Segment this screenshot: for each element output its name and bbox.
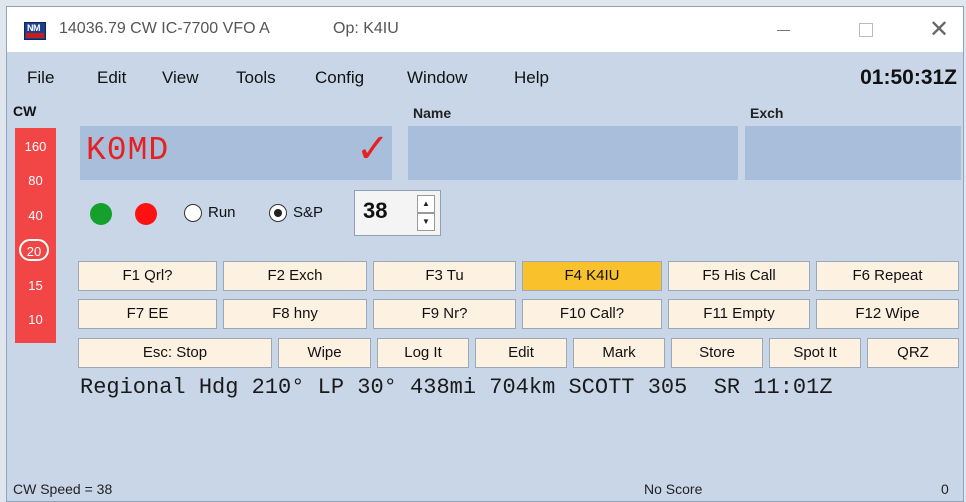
f10-button[interactable]: F10 Call? [522, 299, 662, 329]
menu-window[interactable]: Window [407, 68, 467, 88]
run-label: Run [208, 204, 236, 221]
f7-button[interactable]: F7 EE [78, 299, 217, 329]
sp-radio[interactable] [269, 204, 287, 222]
band-15[interactable]: 15 [15, 278, 56, 293]
band-20-selected[interactable]: 20 [19, 239, 49, 261]
menu-file[interactable]: File [27, 68, 54, 88]
exch-field[interactable] [745, 126, 961, 180]
red-status-led [135, 203, 157, 225]
menu-edit[interactable]: Edit [97, 68, 126, 88]
minimize-button[interactable] [761, 15, 805, 45]
name-field[interactable] [408, 126, 738, 180]
spin-down-arrow-icon[interactable]: ▼ [417, 213, 435, 231]
band-10[interactable]: 10 [15, 312, 56, 327]
mode-label: CW [13, 103, 37, 119]
app-logo-icon: NM [24, 22, 46, 40]
status-count: 0 [941, 481, 949, 497]
esc-stop-button[interactable]: Esc: Stop [78, 338, 272, 368]
band-40[interactable]: 40 [15, 208, 56, 223]
band-160[interactable]: 160 [15, 139, 56, 154]
callsign-value: K0MD [86, 132, 170, 169]
log-it-button[interactable]: Log It [377, 338, 469, 368]
exch-label: Exch [750, 105, 784, 121]
menu-config[interactable]: Config [315, 68, 364, 88]
name-label: Name [413, 105, 452, 121]
green-status-led [90, 203, 112, 225]
band-80[interactable]: 80 [15, 173, 56, 188]
f3-button[interactable]: F3 Tu [373, 261, 516, 291]
callsign-field[interactable]: K0MD ✓ [80, 126, 392, 180]
menu-tools[interactable]: Tools [236, 68, 276, 88]
station-info-line: Regional Hdg 210° LP 30° 438mi 704km SCO… [80, 375, 833, 400]
operator-label: Op: K4IU [333, 20, 399, 37]
wipe-button[interactable]: Wipe [278, 338, 371, 368]
f8-button[interactable]: F8 hny [223, 299, 367, 329]
f11-button[interactable]: F11 Empty [668, 299, 810, 329]
f6-button[interactable]: F6 Repeat [816, 261, 959, 291]
maximize-button[interactable] [843, 15, 887, 45]
band-panel: 160 80 40 20 15 10 [15, 128, 56, 343]
edit-button[interactable]: Edit [475, 338, 567, 368]
sp-label: S&P [293, 204, 324, 221]
menu-view[interactable]: View [162, 68, 199, 88]
mark-button[interactable]: Mark [573, 338, 665, 368]
spot-it-button[interactable]: Spot It [769, 338, 861, 368]
dupe-check-icon: ✓ [356, 127, 390, 171]
f1-button[interactable]: F1 Qrl? [78, 261, 217, 291]
store-button[interactable]: Store [671, 338, 763, 368]
run-radio[interactable] [184, 204, 202, 222]
qrz-button[interactable]: QRZ [867, 338, 959, 368]
utc-clock: 01:50:31Z [860, 66, 957, 89]
title-bar: NM 14036.79 CW IC-7700 VFO A Op: K4IU ✕ [7, 7, 963, 52]
f9-button[interactable]: F9 Nr? [373, 299, 516, 329]
menu-help[interactable]: Help [514, 68, 549, 88]
cw-speed-value: 38 [363, 198, 388, 223]
f2-button[interactable]: F2 Exch [223, 261, 367, 291]
f4-button[interactable]: F4 K4IU [522, 261, 662, 291]
f12-button[interactable]: F12 Wipe [816, 299, 959, 329]
window-title: 14036.79 CW IC-7700 VFO A [59, 20, 270, 37]
status-score: No Score [644, 481, 703, 497]
f5-button[interactable]: F5 His Call [668, 261, 810, 291]
close-button[interactable]: ✕ [917, 15, 961, 45]
n1mm-entry-window: NM 14036.79 CW IC-7700 VFO A Op: K4IU ✕ … [6, 6, 964, 502]
status-cw-speed: CW Speed = 38 [13, 481, 113, 497]
cw-speed-spinner[interactable]: 38 ▲ ▼ [354, 190, 441, 236]
menu-bar: File Edit View Tools Config Window Help … [7, 52, 963, 89]
spin-up-arrow-icon[interactable]: ▲ [417, 195, 435, 213]
